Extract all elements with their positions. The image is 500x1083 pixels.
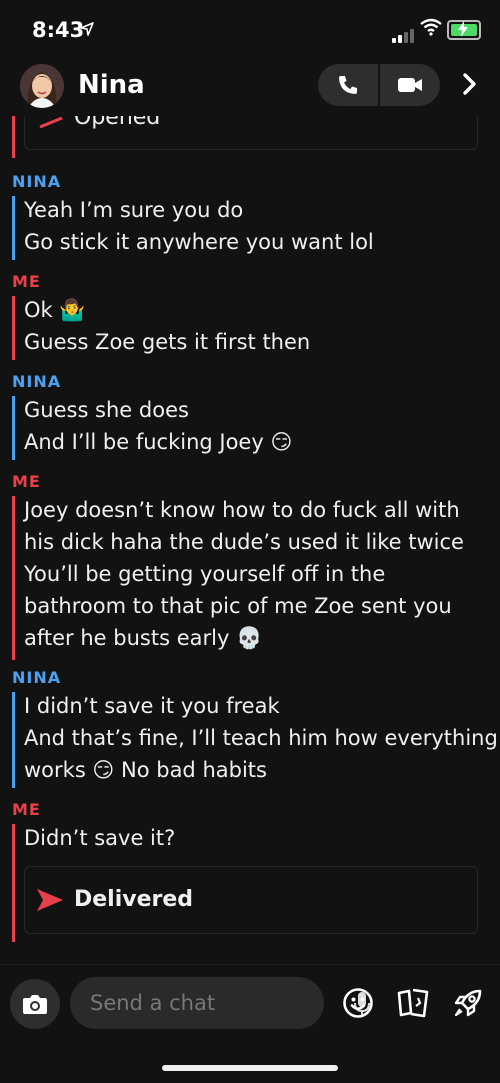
message-bar [12,196,15,260]
message-text: Go stick it anywhere you want lol [24,230,374,254]
message-text: works 😏 No bad habits [24,758,267,782]
clock-time: 8:43 [32,18,85,42]
message-text: Didn’t save it? [24,826,176,850]
chat-input-placeholder: Send a chat [90,991,216,1015]
video-icon [398,78,422,92]
cards-icon [397,988,429,1018]
sender-label: ME [12,800,41,819]
message-text: Guess she does [24,398,189,422]
composer-bar: Send a chat [0,964,500,1083]
rocket-icon [454,989,482,1017]
location-arrow-icon [80,22,94,36]
delivered-status: Delivered [74,887,194,912]
message-bar [12,296,15,360]
message-text: And that’s fine, I’ll teach him how ever… [24,726,498,750]
message-text: his dick haha the dude’s used it like tw… [24,530,464,554]
chat-header: Nina [0,60,500,116]
message-bar [12,496,15,660]
sender-label: NINA [12,668,62,687]
signal-icon [392,24,416,43]
call-group [318,64,440,106]
avatar[interactable] [20,64,64,108]
chevron-right-icon [463,73,476,95]
cards-button[interactable] [395,985,431,1021]
message-text: Ok 🤷‍♂️ [24,298,86,322]
message-text: bathroom to that pic of me Zoe sent you [24,594,452,618]
chat-thread[interactable]: Opened NINA Yeah I’m sure you do Go stic… [0,116,500,964]
voice-call-button[interactable] [318,64,378,106]
sender-label: NINA [12,372,62,391]
contact-name[interactable]: Nina [78,70,145,100]
opened-arrow-icon [39,116,63,128]
home-indicator[interactable] [162,1065,338,1071]
camera-icon [23,995,47,1014]
phone-icon [339,76,357,94]
games-button[interactable] [450,985,486,1021]
chat-input[interactable]: Send a chat [70,977,370,1029]
message-text: I didn’t save it you freak [24,694,280,718]
message-text: Yeah I’m sure you do [24,198,244,222]
wifi-icon [420,18,442,36]
message-text: Joey doesn’t know how to do fuck all wit… [24,498,460,522]
opened-status: Opened [74,116,161,130]
message-text: And I’ll be fucking Joey 😏 [24,430,293,454]
sender-label: ME [12,272,41,291]
sender-label: NINA [12,172,62,191]
status-bar: 8:43 [0,0,500,60]
video-call-button[interactable] [380,64,440,106]
message-bar [12,824,15,942]
more-button[interactable] [456,70,484,98]
message-bar [12,692,15,788]
delivered-arrow-icon [37,889,63,911]
battery-charging-icon [447,20,481,40]
camera-button[interactable] [10,979,60,1029]
message-bar [12,396,15,460]
message-bar [12,116,15,158]
smiley-icon [343,988,373,1018]
message-text: Guess Zoe gets it first then [24,330,311,354]
sender-label: ME [12,472,41,491]
message-text: You’ll be getting yourself off in the [24,562,386,586]
emoji-button[interactable] [340,985,376,1021]
message-text: after he busts early 💀 [24,626,263,650]
